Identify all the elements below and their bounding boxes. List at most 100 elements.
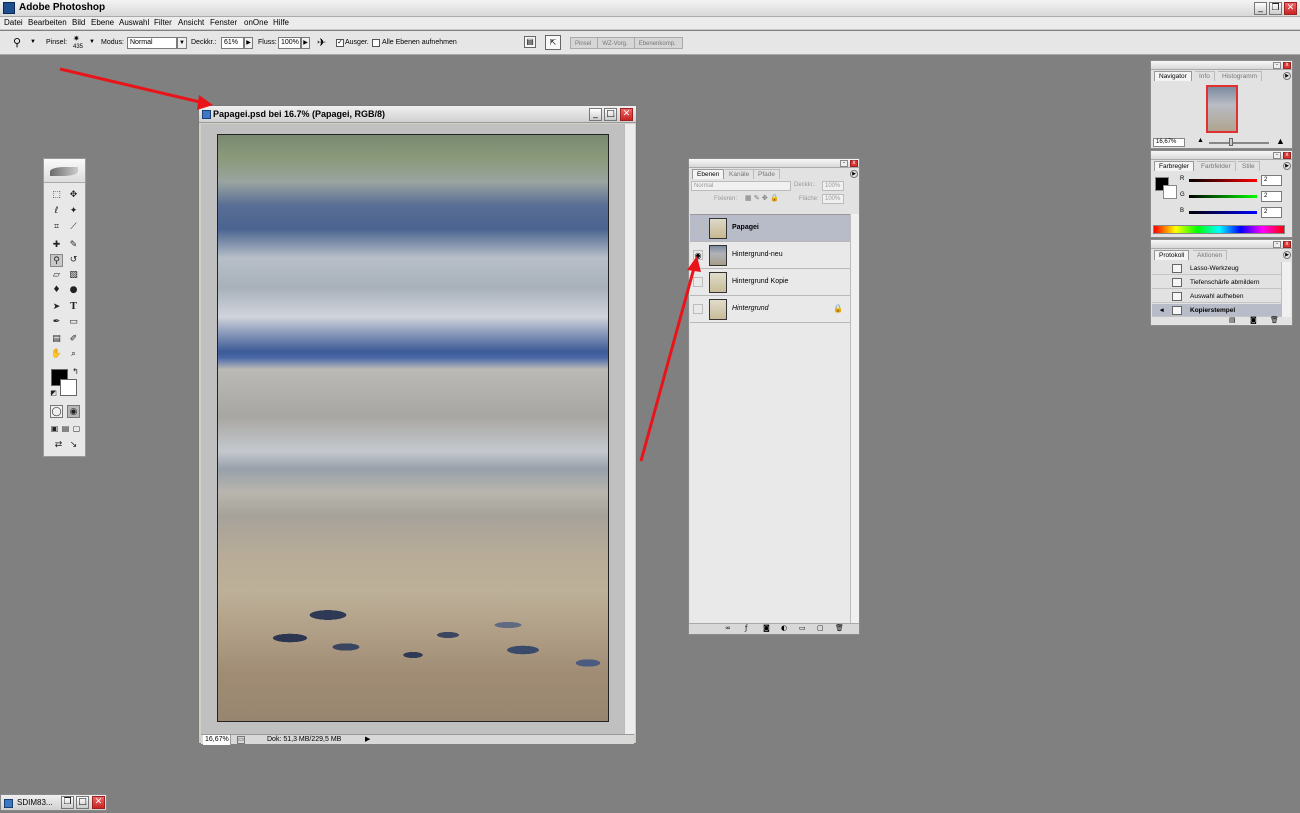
layer-mask-icon[interactable]: ◙ bbox=[763, 624, 770, 632]
channel-g-input[interactable]: 2 bbox=[1261, 191, 1282, 202]
status-menu-arrow-icon[interactable]: ▶ bbox=[365, 735, 370, 743]
flow-slider-arrow-icon[interactable]: ▶ bbox=[301, 37, 310, 49]
tab-stile[interactable]: Stile bbox=[1238, 161, 1260, 171]
layer-opacity-input[interactable]: 100% bbox=[822, 181, 844, 191]
channel-g-slider[interactable] bbox=[1189, 195, 1257, 198]
fill-input[interactable]: 100% bbox=[822, 194, 844, 204]
history-panel-menu-icon[interactable]: ▶ bbox=[1283, 251, 1291, 259]
brush-tip-icon[interactable]: ✷ bbox=[73, 34, 80, 43]
menu-bild[interactable]: Bild bbox=[72, 18, 85, 27]
visibility-toggle[interactable] bbox=[693, 304, 703, 314]
well-tab-layer-comps[interactable]: Ebenenkomp. bbox=[633, 37, 683, 49]
tab-pfade[interactable]: Pfade bbox=[754, 169, 780, 179]
status-preview-icon[interactable]: ▭ bbox=[237, 736, 245, 744]
tab-info[interactable]: Info bbox=[1195, 71, 1215, 81]
opacity-slider-arrow-icon[interactable]: ▶ bbox=[244, 37, 253, 49]
well-tab-tool-presets[interactable]: WZ-Vorg. bbox=[597, 37, 635, 49]
eyedropper-tool-icon[interactable]: ✐ bbox=[67, 333, 80, 346]
path-selection-tool-icon[interactable]: ➤ bbox=[50, 301, 63, 314]
zoom-in-icon[interactable]: ▲ bbox=[1276, 136, 1285, 146]
zoom-tool-icon[interactable]: ⌕ bbox=[67, 348, 80, 361]
imageready-jump-icon[interactable]: ⇄ bbox=[52, 439, 65, 452]
layers-panel-titlebar[interactable]: - x bbox=[689, 159, 859, 168]
minimized-maximize-button[interactable]: □ bbox=[76, 796, 89, 809]
aligned-checkbox[interactable]: ✓ bbox=[336, 39, 344, 47]
navigator-minimize-button[interactable]: - bbox=[1273, 62, 1281, 69]
color-background-swatch[interactable] bbox=[1163, 185, 1177, 199]
layer-row-papagei[interactable]: Papagei bbox=[690, 215, 850, 242]
navigator-close-button[interactable]: x bbox=[1283, 62, 1291, 69]
quick-mask-mode-icon[interactable]: ◉ bbox=[67, 405, 80, 418]
well-tab-brushes[interactable]: Pinsel bbox=[570, 37, 599, 49]
navigator-zoom-handle[interactable] bbox=[1229, 138, 1233, 146]
document-title-bar[interactable]: Papagei.psd bei 16.7% (Papagei, RGB/8) _… bbox=[199, 106, 636, 123]
swap-colors-icon[interactable]: ↰ bbox=[69, 365, 82, 378]
beach-photo-canvas[interactable] bbox=[217, 134, 609, 722]
color-panel-titlebar[interactable]: - x bbox=[1151, 151, 1292, 160]
tab-kanaele[interactable]: Kanäle bbox=[725, 169, 755, 179]
brush-dropdown-icon[interactable]: ▼ bbox=[89, 39, 95, 45]
opacity-input[interactable]: 61% bbox=[221, 37, 244, 49]
crop-tool-icon[interactable]: ⌗ bbox=[50, 221, 63, 234]
navigator-zoom-field[interactable]: 16,67% bbox=[1153, 138, 1185, 147]
history-brush-tool-icon[interactable]: ↺ bbox=[67, 254, 80, 267]
layer-row-hintergrund-neu[interactable]: ◉ Hintergrund-neu bbox=[690, 242, 850, 269]
delete-state-icon[interactable]: 🗑 bbox=[1270, 316, 1279, 324]
healing-brush-tool-icon[interactable]: ✚ bbox=[50, 239, 63, 252]
tab-protokoll[interactable]: Protokoll bbox=[1154, 250, 1190, 260]
new-layer-icon[interactable]: ▢ bbox=[817, 624, 824, 632]
color-panel-close-button[interactable]: x bbox=[1283, 152, 1291, 159]
pen-tool-icon[interactable]: ✒ bbox=[50, 316, 63, 329]
menu-fenster[interactable]: Fenster bbox=[210, 18, 237, 27]
channel-r-input[interactable]: 2 bbox=[1261, 175, 1282, 186]
history-item-selected[interactable]: ◂ Kopierstempel bbox=[1152, 304, 1281, 317]
visibility-toggle[interactable] bbox=[693, 277, 703, 287]
clone-stamp-preset-icon[interactable]: ⚲ bbox=[13, 36, 21, 49]
history-item[interactable]: Auswahl aufheben bbox=[1152, 290, 1281, 303]
flow-input[interactable]: 100% bbox=[278, 37, 301, 49]
link-layers-icon[interactable]: ∞ bbox=[725, 624, 731, 632]
history-item[interactable]: Tiefenschärfe abmildern bbox=[1152, 276, 1281, 289]
menu-onone[interactable]: onOne bbox=[244, 18, 268, 27]
color-panel-menu-icon[interactable]: ▶ bbox=[1283, 162, 1291, 170]
minimize-button[interactable]: _ bbox=[1254, 2, 1267, 15]
layer-row-hintergrund-kopie[interactable]: Hintergrund Kopie bbox=[690, 269, 850, 296]
document-zoom-field[interactable]: 16,67% bbox=[203, 735, 231, 745]
restore-button[interactable]: ❐ bbox=[1269, 2, 1282, 15]
menu-ebene[interactable]: Ebene bbox=[91, 18, 114, 27]
gradient-tool-icon[interactable]: ▧ bbox=[67, 269, 80, 282]
brush-tool-icon[interactable]: ✎ bbox=[67, 239, 80, 252]
blur-tool-icon[interactable]: ♦ bbox=[50, 284, 63, 297]
history-panel-titlebar[interactable]: - x bbox=[1151, 240, 1292, 249]
menu-ansicht[interactable]: Ansicht bbox=[178, 18, 204, 27]
shape-tool-icon[interactable]: ▭ bbox=[67, 316, 80, 329]
new-document-from-state-icon[interactable]: ▤ bbox=[1229, 316, 1236, 324]
mode-select[interactable]: Normal bbox=[127, 37, 177, 49]
layers-scrollbar[interactable] bbox=[850, 214, 859, 624]
eraser-tool-icon[interactable]: ▱ bbox=[50, 269, 63, 282]
eye-icon[interactable]: ◉ bbox=[693, 250, 703, 260]
airbrush-icon[interactable]: ✈ bbox=[317, 36, 326, 49]
tab-navigator[interactable]: Navigator bbox=[1154, 71, 1192, 81]
move-tool-icon[interactable]: ✥ bbox=[67, 189, 80, 202]
channel-b-input[interactable]: 2 bbox=[1261, 207, 1282, 218]
channel-b-slider[interactable] bbox=[1189, 211, 1257, 214]
zoom-out-icon[interactable]: ▲ bbox=[1197, 137, 1204, 144]
dodge-tool-icon[interactable]: ● bbox=[67, 284, 80, 297]
minimized-document-window[interactable]: SDIM83... ❐ □ ✕ bbox=[0, 794, 107, 811]
visibility-toggle[interactable] bbox=[693, 223, 703, 233]
switch-to-bridge-icon[interactable]: ⇱ bbox=[545, 35, 561, 50]
layers-panel-close-button[interactable]: x bbox=[850, 160, 858, 167]
delete-layer-icon[interactable]: 🗑 bbox=[835, 624, 844, 632]
layers-panel-menu-icon[interactable]: ▶ bbox=[850, 170, 858, 178]
minimized-restore-button[interactable]: ❐ bbox=[61, 796, 74, 809]
file-browser-icon[interactable]: ▤ bbox=[524, 36, 536, 48]
tab-aktionen[interactable]: Aktionen bbox=[1193, 250, 1228, 260]
lock-icons[interactable]: ▦ ✎ ✥ 🔒 bbox=[745, 194, 779, 202]
toolbox-header[interactable] bbox=[44, 159, 85, 183]
new-group-icon[interactable]: ▭ bbox=[799, 624, 806, 632]
adjustment-layer-icon[interactable]: ◐ bbox=[781, 624, 787, 632]
tab-farbregler[interactable]: Farbregler bbox=[1154, 161, 1194, 171]
menu-datei[interactable]: Datei bbox=[4, 18, 23, 27]
navigator-menu-icon[interactable]: ▶ bbox=[1283, 72, 1291, 80]
